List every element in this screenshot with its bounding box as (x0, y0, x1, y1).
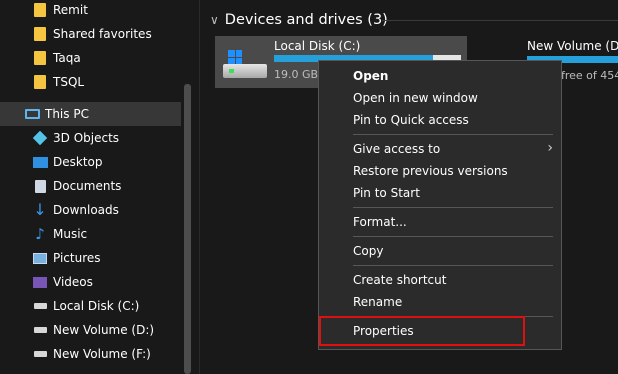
menu-separator (353, 134, 553, 135)
folder-icon (32, 26, 48, 42)
chevron-down-icon: ∨ (210, 13, 219, 27)
sidebar-item-label: Pictures (53, 251, 101, 265)
sidebar-item-new-volume-d[interactable]: New Volume (D:) (0, 318, 181, 342)
menu-item-format[interactable]: Format... (319, 212, 561, 232)
sidebar-item-label: Taqa (53, 51, 81, 65)
sidebar-item-tsql[interactable]: TSQL (0, 70, 181, 94)
sidebar-item-label: Desktop (53, 155, 103, 169)
menu-item-open[interactable]: Open (319, 66, 561, 86)
menu-item-label: Pin to Quick access (353, 113, 469, 127)
sidebar-item-taqa[interactable]: Taqa (0, 46, 181, 70)
menu-item-label: Restore previous versions (353, 164, 508, 178)
sidebar-item-label: Videos (53, 275, 93, 289)
sidebar-item-documents[interactable]: Documents (0, 174, 181, 198)
menu-item-label: Create shortcut (353, 273, 447, 287)
sidebar-item-new-volume-f[interactable]: New Volume (F:) (0, 342, 181, 366)
sidebar-item-label: Local Disk (C:) (53, 299, 140, 313)
sidebar-item-label: Shared favorites (53, 27, 152, 41)
menu-item-label: Give access to (353, 142, 441, 156)
3d-objects-icon (32, 130, 48, 146)
menu-separator (353, 207, 553, 208)
properties-highlight-box (319, 316, 525, 346)
desktop-icon (32, 154, 48, 170)
drive-name-new-volume-d[interactable]: New Volume (D:) (527, 39, 618, 53)
sidebar-item-label: Documents (53, 179, 122, 193)
menu-item-give-access-to[interactable]: Give access to › (319, 139, 561, 159)
menu-item-open-in-new-window[interactable]: Open in new window (319, 88, 561, 108)
sidebar-item-shared-favorites[interactable]: Shared favorites (0, 22, 181, 46)
menu-item-restore-previous-versions[interactable]: Restore previous versions (319, 161, 561, 181)
section-title: Devices and drives (3) (224, 12, 388, 28)
folder-icon (32, 2, 48, 18)
navigation-pane: Remit Shared favorites Taqa TSQL This PC… (0, 0, 200, 374)
sidebar-item-videos[interactable]: Videos (0, 270, 181, 294)
sidebar-scrollbar[interactable] (184, 84, 191, 374)
this-pc-icon (24, 106, 40, 122)
sidebar-item-downloads[interactable]: ↓ Downloads (0, 198, 181, 222)
chevron-right-icon: › (547, 140, 553, 156)
folder-icon (32, 50, 48, 66)
menu-item-label: Format... (353, 215, 407, 229)
drive-name: Local Disk (C:) (274, 39, 361, 53)
sidebar-item-this-pc[interactable]: This PC (0, 102, 181, 126)
menu-item-label: Open (353, 69, 389, 83)
drive-icon (32, 322, 48, 338)
drive-icon (32, 298, 48, 314)
sidebar-item-label: This PC (45, 107, 89, 121)
drive-icon (32, 346, 48, 362)
menu-item-label: Pin to Start (353, 186, 420, 200)
menu-item-label: Rename (353, 295, 403, 309)
drive-free-space: free of 454 (561, 69, 618, 82)
music-icon: ♪ (35, 225, 45, 243)
sidebar-item-label: Downloads (53, 203, 119, 217)
sidebar-item-label: Remit (53, 3, 88, 17)
documents-icon (32, 178, 48, 194)
devices-and-drives-header[interactable]: ∨ Devices and drives (3) (210, 10, 388, 30)
sidebar-item-label: 3D Objects (53, 131, 120, 145)
videos-icon (32, 274, 48, 290)
menu-item-create-shortcut[interactable]: Create shortcut (319, 270, 561, 290)
menu-item-copy[interactable]: Copy (319, 241, 561, 261)
sidebar-item-label: TSQL (53, 75, 85, 89)
sidebar-item-local-disk-c[interactable]: Local Disk (C:) (0, 294, 181, 318)
sidebar-item-remit[interactable]: Remit (0, 0, 181, 22)
pictures-icon (32, 250, 48, 266)
menu-item-label: Open in new window (353, 91, 478, 105)
sidebar-item-label: New Volume (D:) (53, 323, 155, 337)
context-menu: Open Open in new window Pin to Quick acc… (318, 60, 562, 350)
menu-item-pin-to-start[interactable]: Pin to Start (319, 183, 561, 203)
menu-separator (353, 236, 553, 237)
sidebar-item-music[interactable]: ♪ Music (0, 222, 181, 246)
downloads-icon: ↓ (33, 200, 47, 219)
menu-item-rename[interactable]: Rename (319, 292, 561, 312)
sidebar-item-label: New Volume (F:) (53, 347, 151, 361)
menu-separator (353, 265, 553, 266)
sidebar-item-3d-objects[interactable]: 3D Objects (0, 126, 181, 150)
windows-drive-icon (221, 48, 269, 82)
menu-item-pin-to-quick-access[interactable]: Pin to Quick access (319, 110, 561, 130)
sidebar-item-pictures[interactable]: Pictures (0, 246, 181, 270)
folder-icon (32, 74, 48, 90)
sidebar-item-label: Music (53, 227, 88, 241)
section-divider (382, 20, 618, 21)
sidebar-item-desktop[interactable]: Desktop (0, 150, 181, 174)
pane-divider[interactable] (199, 0, 200, 374)
menu-item-label: Copy (353, 244, 384, 258)
